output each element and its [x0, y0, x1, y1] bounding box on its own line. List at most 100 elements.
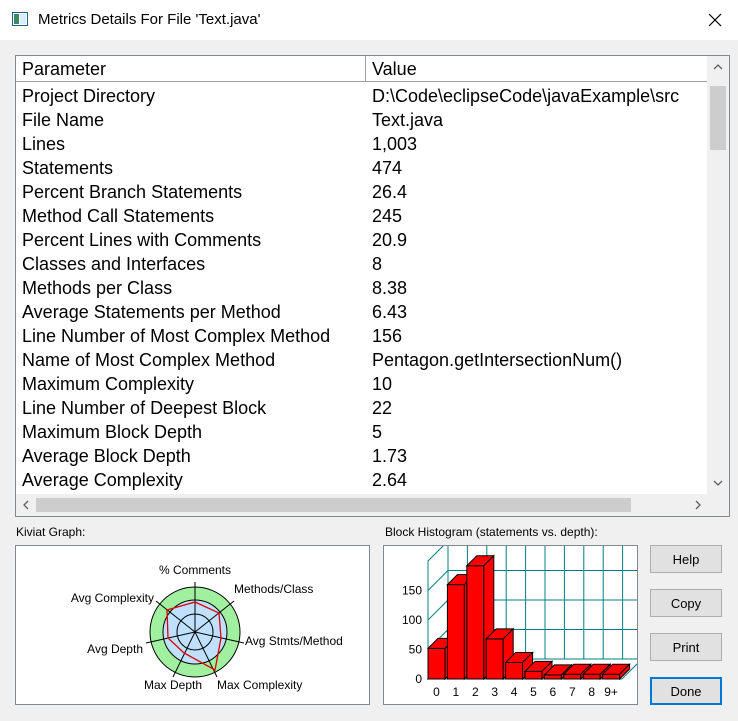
table-row[interactable]: Average Complexity 2.64: [16, 468, 708, 492]
kiviat-axis-max-depth: Max Depth: [144, 678, 202, 692]
histogram-label: Block Histogram (statements vs. depth):: [385, 525, 598, 539]
window-title: Metrics Details For File 'Text.java': [38, 11, 261, 28]
kiviat-axis-avg-complexity: Avg Complexity: [71, 591, 154, 605]
vertical-scrollbar[interactable]: [707, 56, 729, 494]
histogram-bar: [505, 661, 524, 680]
value-cell: 10: [372, 374, 393, 394]
table-row[interactable]: Method Call Statements 245: [16, 204, 708, 228]
vertical-scroll-thumb[interactable]: [710, 86, 726, 150]
table-row[interactable]: Maximum Block Depth 5: [16, 420, 708, 444]
app-icon: [12, 12, 28, 26]
table-row[interactable]: File Name Text.java: [16, 108, 708, 132]
chevron-up-icon: [713, 64, 723, 70]
title-bar: Metrics Details For File 'Text.java': [0, 0, 738, 40]
y-tick-label: 150: [402, 584, 422, 598]
x-tick-label: 2: [472, 685, 479, 699]
histogram-bar: [563, 673, 582, 680]
y-tick-label: 0: [415, 672, 422, 686]
parameter-cell: Methods per Class: [22, 278, 173, 298]
table-row[interactable]: Name of Most Complex Method Pentagon.getI…: [16, 348, 708, 372]
chevron-down-icon: [713, 480, 723, 486]
horizontal-scrollbar[interactable]: [16, 494, 708, 516]
parameter-cell: Maximum Complexity: [22, 374, 195, 394]
parameter-cell: Maximum Block Depth: [22, 422, 203, 442]
help-button[interactable]: Help: [650, 545, 722, 573]
parameter-cell: Line Number of Most Complex Method: [22, 326, 331, 346]
histogram-bar: [446, 584, 465, 680]
histogram-bar: [524, 670, 543, 680]
horizontal-scroll-thumb[interactable]: [36, 498, 631, 512]
parameter-cell: Lines: [22, 134, 66, 154]
table-row[interactable]: Average Block Depth 1.73: [16, 444, 708, 468]
table-row[interactable]: Average Statements per Method 6.43: [16, 300, 708, 324]
histogram-bar: [466, 565, 485, 680]
parameter-cell: Average Block Depth: [22, 446, 191, 466]
value-cell: 474: [372, 158, 403, 178]
scroll-down-button[interactable]: [707, 472, 729, 494]
table-row[interactable]: Methods per Class 8.38: [16, 276, 708, 300]
chevron-left-icon: [23, 500, 29, 510]
scrollbar-corner: [707, 494, 729, 516]
table-row[interactable]: Statements 474: [16, 156, 708, 180]
copy-button[interactable]: Copy: [650, 589, 722, 617]
kiviat-axis-methods-class: Methods/Class: [234, 582, 313, 596]
x-tick-label: 8: [588, 685, 595, 699]
value-cell: 8: [372, 254, 383, 274]
histogram-bar: [582, 673, 601, 680]
histogram-panel: 0 50 100 150 0 1 2 3 4 5 6 7 8 9+: [383, 539, 644, 705]
block-histogram: 0501001500 1 2 3 4 5 6 7 8 9+: [402, 539, 644, 699]
table-row[interactable]: Lines 1,003: [16, 132, 708, 156]
value-cell: 156: [372, 326, 403, 346]
parameter-cell: Line Number of Deepest Block: [22, 398, 267, 418]
histogram-bar: [602, 673, 621, 680]
histogram-bar: [427, 647, 446, 680]
x-tick-label: 1: [453, 685, 460, 699]
value-cell: 20.9: [372, 230, 408, 250]
table-row[interactable]: Line Number of Deepest Block 22: [16, 396, 708, 420]
kiviat-graph-label: Kiviat Graph:: [16, 525, 86, 539]
kiviat-graph: % Comments Methods/Class Avg Stmts/Metho…: [71, 563, 343, 692]
table-row[interactable]: Line Number of Most Complex Method 156: [16, 324, 708, 348]
value-cell: 245: [372, 206, 403, 226]
table-row[interactable]: Project Directory D:\Code\eclipseCode\jav…: [16, 84, 708, 108]
x-tick-label: 7: [569, 685, 576, 699]
print-button[interactable]: Print: [650, 633, 722, 661]
table-row[interactable]: Percent Branch Statements 26.4: [16, 180, 708, 204]
table-row[interactable]: Maximum Complexity 10: [16, 372, 708, 396]
x-tick-label: 4: [511, 685, 518, 699]
table-header: Parameter Value: [16, 56, 708, 82]
scroll-right-button[interactable]: [688, 494, 708, 516]
parameter-cell: Statements: [22, 158, 114, 178]
metrics-table: Parameter Value Project Directory D:\Code…: [15, 55, 730, 517]
column-header-value[interactable]: Value: [366, 56, 708, 81]
table-row[interactable]: Percent Lines with Comments 20.9: [16, 228, 708, 252]
parameter-cell: Project Directory: [22, 86, 156, 106]
y-tick-label: 50: [409, 643, 423, 657]
value-cell: 5: [372, 422, 383, 442]
scroll-up-button[interactable]: [707, 56, 729, 78]
value-cell: 1,003: [372, 134, 418, 154]
parameter-cell: Method Call Statements: [22, 206, 215, 226]
value-cell: 6.43: [372, 302, 408, 322]
value-cell: 22: [372, 398, 393, 418]
value-cell: Pentagon.getIntersectionNum(): [372, 350, 623, 370]
done-button[interactable]: Done: [650, 677, 722, 705]
kiviat-axis-avg-stmts: Avg Stmts/Method: [245, 634, 343, 648]
kiviat-graph-panel: % Comments Methods/Class Avg Stmts/Metho…: [15, 545, 370, 705]
scroll-left-button[interactable]: [16, 494, 36, 516]
parameter-cell: Percent Lines with Comments: [22, 230, 262, 250]
parameter-cell: File Name: [22, 110, 105, 130]
value-cell: 1.73: [372, 446, 408, 466]
table-row[interactable]: Classes and Interfaces 8: [16, 252, 708, 276]
kiviat-axis-avg-depth: Avg Depth: [87, 642, 143, 656]
close-button[interactable]: [692, 0, 738, 40]
parameter-cell: Classes and Interfaces: [22, 254, 206, 274]
y-tick-label: 100: [402, 613, 422, 627]
x-tick-label: 3: [491, 685, 498, 699]
parameter-cell: Name of Most Complex Method: [22, 350, 276, 370]
kiviat-axis-max-complexity: Max Complexity: [217, 678, 302, 692]
parameter-cell: Average Statements per Method: [22, 302, 281, 322]
x-tick-label: 5: [530, 685, 537, 699]
column-header-parameter[interactable]: Parameter: [16, 56, 366, 81]
value-cell: D:\Code\eclipseCode\javaExample\src: [372, 86, 680, 106]
